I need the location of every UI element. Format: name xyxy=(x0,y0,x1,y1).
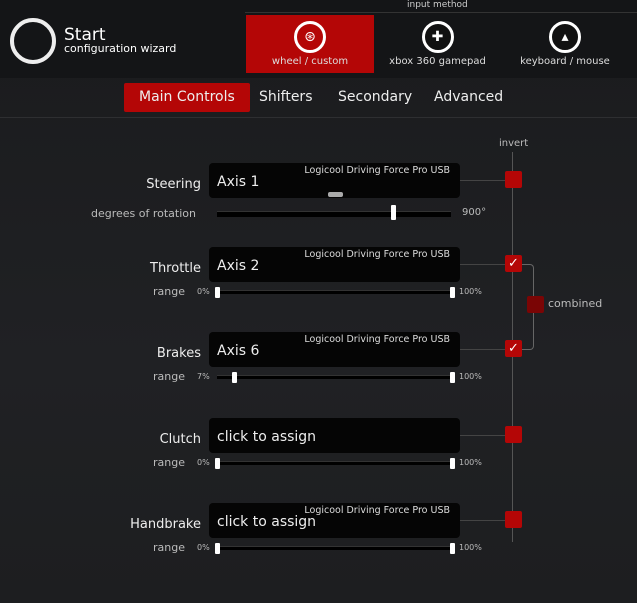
method-keyboard-button[interactable]: ▴ keyboard / mouse xyxy=(505,15,625,73)
invert-checkbox[interactable] xyxy=(505,426,522,443)
range-max-thumb[interactable] xyxy=(450,458,455,469)
range-slider[interactable] xyxy=(217,375,453,379)
header: Start configuration wizard input method … xyxy=(0,0,637,78)
divider xyxy=(245,12,637,13)
range-min-thumb[interactable] xyxy=(231,372,237,383)
method-label: keyboard / mouse xyxy=(520,56,610,67)
axis-value: click to assign xyxy=(217,429,317,445)
range-max-value: 100% xyxy=(459,372,482,381)
rotation-label: degrees of rotation xyxy=(90,207,196,220)
axis-assign-field[interactable]: click to assign xyxy=(209,418,460,453)
axis-position-indicator xyxy=(328,192,343,197)
input-method-label: input method xyxy=(407,0,468,10)
method-gamepad-button[interactable]: ✚ xbox 360 gamepad xyxy=(380,15,495,73)
range-slider[interactable] xyxy=(217,546,453,550)
range-min-value: 0% xyxy=(197,543,210,552)
invert-checkbox[interactable]: ✓ xyxy=(505,255,522,272)
app-subtitle: configuration wizard xyxy=(64,42,177,55)
range-min-value: 0% xyxy=(197,287,210,296)
range-max-value: 100% xyxy=(459,287,482,296)
range-min-value: 7% xyxy=(197,372,210,381)
range-max-thumb[interactable] xyxy=(450,372,455,383)
axis-assign-field[interactable]: Logicool Driving Force Pro USB Axis 6 xyxy=(209,332,460,367)
range-max-thumb[interactable] xyxy=(450,287,455,298)
range-min-thumb[interactable] xyxy=(215,458,220,469)
steering-wheel-icon: ⊛ xyxy=(294,21,326,53)
range-min-thumb[interactable] xyxy=(215,287,220,298)
control-label: Throttle xyxy=(150,261,201,276)
method-wheel-button[interactable]: ⊛ wheel / custom xyxy=(246,15,374,73)
axis-assign-field[interactable]: Logicool Driving Force Pro USB Axis 1 xyxy=(209,163,460,198)
tab-shifters[interactable]: Shifters xyxy=(244,83,327,112)
tab-secondary[interactable]: Secondary xyxy=(323,83,427,112)
range-label: range xyxy=(153,285,185,298)
invert-checkbox[interactable] xyxy=(505,511,522,528)
gamepad-icon: ✚ xyxy=(421,21,454,53)
range-label: range xyxy=(153,541,185,554)
invert-label: invert xyxy=(499,138,529,149)
method-label: wheel / custom xyxy=(271,56,349,67)
rotation-value: 900° xyxy=(462,207,487,218)
control-label: Clutch xyxy=(159,432,201,447)
divider xyxy=(0,117,637,118)
rotation-slider[interactable] xyxy=(217,211,451,217)
range-label: range xyxy=(153,370,185,383)
range-max-value: 100% xyxy=(459,458,482,467)
range-slider[interactable] xyxy=(217,290,453,294)
control-label: Handbrake xyxy=(130,517,201,532)
device-name: Logicool Driving Force Pro USB xyxy=(304,505,450,516)
range-label: range xyxy=(153,456,185,469)
axis-value: Axis 2 xyxy=(217,258,260,274)
tab-advanced[interactable]: Advanced xyxy=(419,83,518,112)
device-name: Logicool Driving Force Pro USB xyxy=(304,165,450,176)
method-label: xbox 360 gamepad xyxy=(389,56,486,67)
axis-assign-field[interactable]: Logicool Driving Force Pro USB Axis 2 xyxy=(209,247,460,282)
axis-value: Axis 1 xyxy=(217,174,260,190)
axis-value: click to assign xyxy=(217,514,317,530)
axis-value: Axis 6 xyxy=(217,343,260,359)
invert-checkbox[interactable] xyxy=(505,171,522,188)
rotation-slider-thumb[interactable] xyxy=(390,205,396,220)
combined-label: combined xyxy=(548,297,603,310)
range-max-value: 100% xyxy=(459,543,482,552)
tab-main-controls[interactable]: Main Controls xyxy=(124,83,250,112)
device-name: Logicool Driving Force Pro USB xyxy=(304,334,450,345)
range-slider[interactable] xyxy=(217,461,453,465)
control-label: Steering xyxy=(146,177,201,192)
range-max-thumb[interactable] xyxy=(450,543,455,554)
device-name: Logicool Driving Force Pro USB xyxy=(304,249,450,260)
control-label: Brakes xyxy=(156,346,201,361)
combined-checkbox[interactable] xyxy=(527,296,544,313)
keyboard-icon: ▴ xyxy=(549,21,581,53)
axis-assign-field[interactable]: Logicool Driving Force Pro USB click to … xyxy=(209,503,460,538)
wizard-logo-icon xyxy=(10,18,56,64)
invert-checkbox[interactable]: ✓ xyxy=(505,340,522,357)
range-min-value: 0% xyxy=(197,458,210,467)
range-min-thumb[interactable] xyxy=(215,543,220,554)
